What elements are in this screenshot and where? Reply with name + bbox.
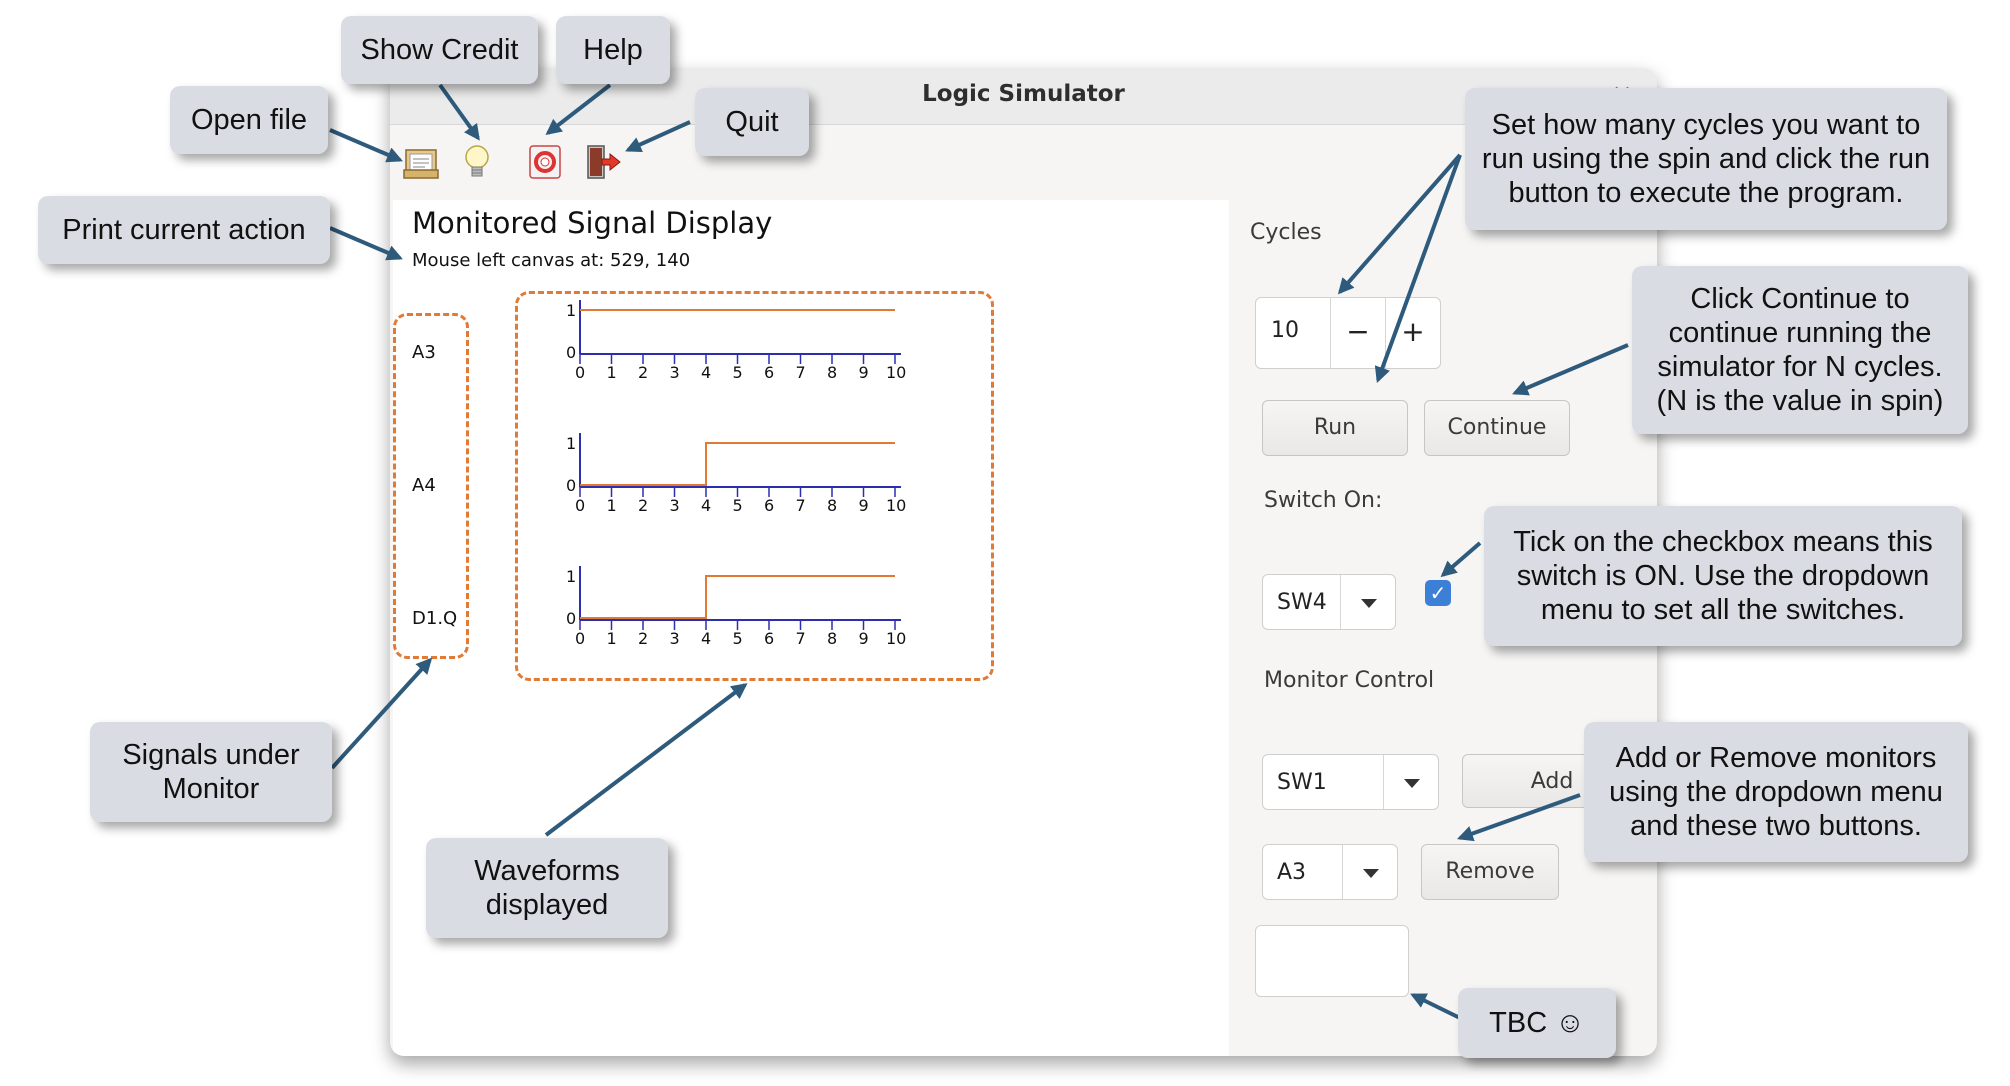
- callout-print-action: Print current action: [38, 196, 330, 264]
- callout-open-file: Open file: [170, 86, 328, 154]
- arrow-cycles-spin: [1337, 153, 1462, 295]
- callout-help: Help: [556, 16, 670, 84]
- arrow-add-remove: [1456, 793, 1581, 842]
- arrow-checkbox: [1440, 541, 1482, 578]
- callout-show-credit: Show Credit: [341, 16, 538, 84]
- arrow-help: [545, 83, 612, 135]
- arrow-quit: [625, 120, 691, 153]
- arrow-run: [1374, 154, 1462, 384]
- arrow-waveforms: [544, 683, 748, 837]
- callout-tbc: TBC ☺: [1458, 988, 1616, 1058]
- callout-signals: Signals under Monitor: [90, 722, 332, 822]
- arrow-continue: [1512, 343, 1629, 396]
- arrow-show-credit: [438, 83, 480, 141]
- callout-cycles-help: Set how many cycles you want to run usin…: [1465, 88, 1947, 230]
- callout-waveforms: Waveforms displayed: [426, 838, 668, 938]
- arrow-tbc: [1410, 993, 1461, 1020]
- arrow-signals: [330, 657, 433, 770]
- arrow-open-file: [329, 128, 403, 163]
- callout-quit: Quit: [695, 88, 809, 156]
- callout-continue-help: Click Continue to continue running the s…: [1632, 266, 1968, 434]
- callout-monitors-help: Add or Remove monitors using the dropdow…: [1584, 722, 1968, 862]
- arrow-print-action: [329, 226, 403, 261]
- callout-checkbox-help: Tick on the checkbox means this switch i…: [1484, 506, 1962, 646]
